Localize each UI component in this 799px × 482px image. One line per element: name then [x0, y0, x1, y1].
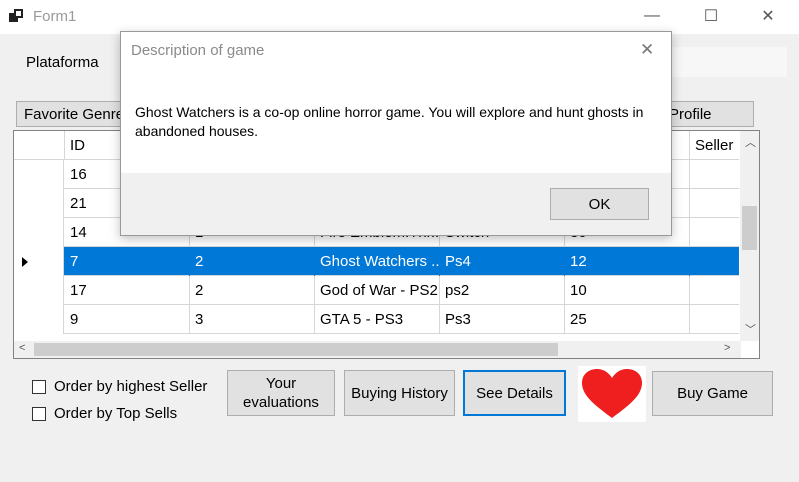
your-evaluations-button[interactable]: Your evaluations — [227, 370, 335, 416]
checkbox-label: Order by Top Sells — [54, 405, 178, 422]
cell-id[interactable]: 7 — [65, 247, 190, 276]
profile-button[interactable]: Profile — [665, 101, 754, 127]
buy-game-button[interactable]: Buy Game — [652, 371, 773, 416]
cell-seller[interactable] — [690, 276, 740, 305]
cell-2[interactable]: 2 — [190, 247, 315, 276]
cell-id[interactable]: 17 — [65, 276, 190, 305]
cell-5[interactable]: 12 — [565, 247, 690, 276]
dialog-message: Ghost Watchers is a co-op online horror … — [135, 104, 644, 139]
minimize-button[interactable]: — — [629, 0, 675, 32]
platform-textbox[interactable] — [665, 47, 787, 77]
current-row-arrow-icon — [22, 257, 28, 267]
cell-3[interactable]: Ghost Watchers ... — [315, 247, 440, 276]
title-bar: Form1 — ☐ ✕ — [0, 0, 799, 34]
scroll-up-icon[interactable]: ︿ — [745, 134, 756, 150]
window-title: Form1 — [33, 8, 77, 25]
cell-3[interactable]: God of War - PS2 — [315, 276, 440, 305]
cell-4[interactable]: ps2 — [440, 276, 565, 305]
vertical-scroll-thumb[interactable] — [742, 206, 757, 250]
cell-4[interactable]: Ps4 — [440, 247, 565, 276]
plataforma-label: Plataforma — [26, 54, 99, 71]
table-row[interactable]: 17 2 God of War - PS2 ps2 10 — [14, 276, 739, 305]
scroll-left-icon[interactable]: < — [19, 342, 25, 354]
ok-button[interactable]: OK — [550, 188, 649, 220]
checkbox-box[interactable] — [32, 379, 46, 394]
row-header[interactable] — [14, 189, 64, 218]
cell-4[interactable]: Ps3 — [440, 305, 565, 334]
cell-id[interactable]: 9 — [65, 305, 190, 334]
row-header[interactable] — [14, 218, 64, 247]
column-header-seller[interactable]: Seller — [690, 131, 740, 160]
cell-2[interactable]: 3 — [190, 305, 315, 334]
maximize-icon: ☐ — [703, 8, 719, 25]
heart-icon — [582, 369, 642, 418]
cell-seller[interactable] — [690, 160, 740, 189]
row-header[interactable] — [14, 160, 64, 189]
row-header[interactable] — [14, 305, 64, 334]
cell-seller[interactable] — [690, 189, 740, 218]
row-header[interactable] — [14, 276, 64, 305]
dialog-title: Description of game — [131, 42, 265, 59]
cell-5[interactable]: 25 — [565, 305, 690, 334]
row-header-corner — [14, 131, 65, 160]
scroll-down-icon[interactable]: ﹀ — [745, 321, 756, 337]
dialog-close-icon[interactable]: ✕ — [640, 40, 654, 60]
cell-3[interactable]: GTA 5 - PS3 — [315, 305, 440, 334]
scroll-right-icon[interactable]: > — [724, 342, 730, 354]
cell-5[interactable]: 10 — [565, 276, 690, 305]
cell-seller[interactable] — [690, 218, 740, 247]
checkbox-label: Order by highest Seller — [54, 378, 208, 395]
cell-2[interactable]: 2 — [190, 276, 315, 305]
see-details-button[interactable]: See Details — [463, 370, 566, 416]
favorite-genre-button[interactable]: Favorite Genre — [16, 101, 122, 127]
horizontal-scrollbar[interactable]: < > — [14, 341, 741, 358]
cell-seller[interactable] — [690, 247, 740, 276]
row-header[interactable] — [14, 247, 64, 276]
order-highest-seller-checkbox[interactable]: Order by highest Seller — [32, 378, 207, 395]
horizontal-scroll-thumb[interactable] — [34, 343, 558, 356]
table-row[interactable]: 9 3 GTA 5 - PS3 Ps3 25 — [14, 305, 739, 334]
minimize-icon: — — [644, 7, 660, 24]
maximize-button[interactable]: ☐ — [688, 0, 734, 32]
table-row-selected[interactable]: 7 2 Ghost Watchers ... Ps4 12 — [14, 247, 739, 276]
favorite-heart-button[interactable] — [578, 366, 646, 422]
buying-history-button[interactable]: Buying History — [344, 370, 455, 416]
cell-seller[interactable] — [690, 305, 740, 334]
checkbox-box[interactable] — [32, 406, 46, 421]
app-icon — [9, 9, 25, 23]
close-button[interactable]: ✕ — [745, 0, 791, 32]
vertical-scrollbar[interactable]: ︿ ﹀ — [740, 131, 759, 341]
close-icon: ✕ — [761, 8, 775, 25]
order-top-sells-checkbox[interactable]: Order by Top Sells — [32, 405, 177, 422]
description-dialog[interactable]: Description of game ✕ Ghost Watchers is … — [120, 31, 672, 236]
